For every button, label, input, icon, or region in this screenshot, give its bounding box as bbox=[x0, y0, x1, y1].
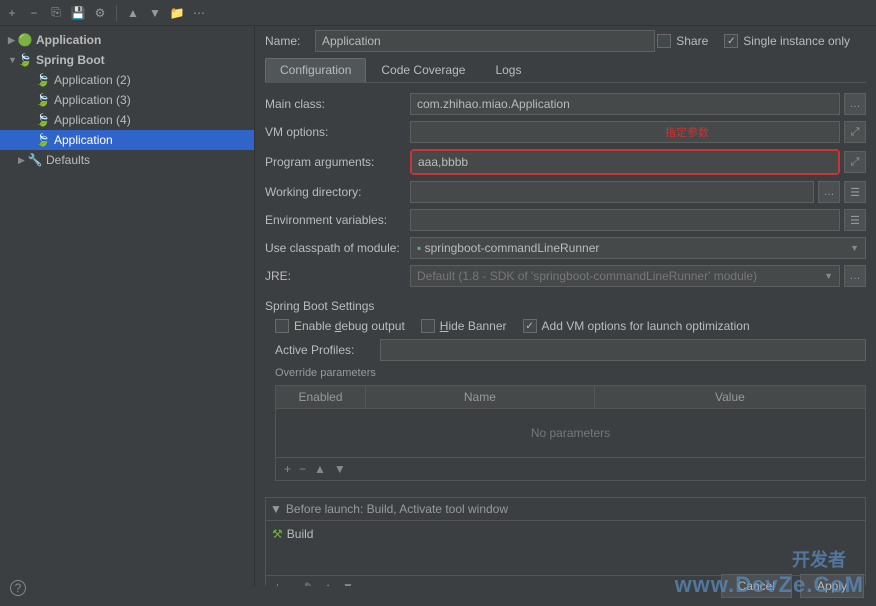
single-instance-checkbox[interactable]: Single instance only bbox=[724, 34, 850, 48]
down-icon[interactable]: ▼ bbox=[342, 580, 354, 586]
build-item[interactable]: ⚒ Build bbox=[270, 525, 861, 543]
share-checkbox[interactable]: Share bbox=[657, 34, 708, 48]
program-args-input[interactable] bbox=[412, 151, 838, 173]
expand-button[interactable]: ⤢ bbox=[844, 121, 866, 143]
jre-label: JRE: bbox=[265, 269, 410, 283]
classpath-label: Use classpath of module: bbox=[265, 241, 410, 255]
th-value: Value bbox=[595, 386, 865, 408]
tree-label: Application (4) bbox=[54, 113, 131, 127]
remove-icon[interactable]: − bbox=[26, 5, 42, 21]
tab-code-coverage[interactable]: Code Coverage bbox=[366, 58, 480, 82]
config-panel: Name: Share Single instance only Configu… bbox=[255, 26, 876, 586]
program-args-label: Program arguments: bbox=[265, 155, 410, 169]
down-icon[interactable]: ▼ bbox=[147, 5, 163, 21]
hide-banner-checkbox[interactable]: Hide Banner bbox=[421, 319, 507, 333]
list-button[interactable]: ☰ bbox=[844, 209, 866, 231]
add-icon[interactable]: + bbox=[274, 580, 281, 586]
tree-label: Application (3) bbox=[54, 93, 131, 107]
app-icon: 🟢 bbox=[18, 33, 32, 47]
jre-dropdown[interactable]: Default (1.8 - SDK of 'springboot-comman… bbox=[410, 265, 840, 287]
remove-icon[interactable]: − bbox=[299, 462, 306, 476]
th-enabled: Enabled bbox=[276, 386, 366, 408]
before-launch-section: ▼ Before launch: Build, Activate tool wi… bbox=[265, 497, 866, 586]
tree-application-root[interactable]: ▶ 🟢 Application bbox=[0, 30, 254, 50]
add-icon[interactable]: + bbox=[4, 5, 20, 21]
spring-boot-title: Spring Boot Settings bbox=[265, 299, 866, 313]
tree-label: Application bbox=[36, 33, 101, 47]
toolbar: + − ⎘ 💾 ⚙ ▲ ▼ 📁 ⋯ bbox=[0, 0, 876, 26]
copy-icon[interactable]: ⎘ bbox=[48, 5, 64, 21]
browse-button[interactable]: … bbox=[844, 265, 866, 287]
name-input[interactable] bbox=[315, 30, 655, 52]
edit-icon[interactable]: ✎ bbox=[304, 580, 314, 586]
th-name: Name bbox=[366, 386, 595, 408]
enable-debug-checkbox[interactable]: Enable debug output bbox=[275, 319, 405, 333]
tab-configuration[interactable]: Configuration bbox=[265, 58, 366, 82]
override-params-table: Enabled Name Value No parameters + − ▲ ▼ bbox=[275, 385, 866, 481]
arrow-icon: ▼ bbox=[8, 55, 18, 65]
tab-logs[interactable]: Logs bbox=[480, 58, 536, 82]
table-empty: No parameters bbox=[276, 409, 865, 457]
apply-button[interactable]: Apply bbox=[800, 574, 864, 598]
name-label: Name: bbox=[265, 34, 315, 48]
up-icon[interactable]: ▲ bbox=[314, 462, 326, 476]
override-params-label: Override parameters bbox=[275, 367, 866, 379]
tree-defaults[interactable]: ▶ 🔧 Defaults bbox=[0, 150, 254, 170]
list-button[interactable]: ☰ bbox=[844, 181, 866, 203]
vm-launch-checkbox[interactable]: Add VM options for launch optimization bbox=[523, 319, 750, 333]
env-vars-label: Environment variables: bbox=[265, 213, 410, 227]
browse-button[interactable]: … bbox=[844, 93, 866, 115]
before-launch-title: Before launch: Build, Activate tool wind… bbox=[286, 502, 508, 516]
expand-button[interactable]: ⤢ bbox=[844, 151, 866, 173]
tree-spring-boot[interactable]: ▼ 🍃 Spring Boot bbox=[0, 50, 254, 70]
wrench-icon: 🔧 bbox=[28, 153, 42, 167]
main-class-label: Main class: bbox=[265, 97, 410, 111]
arrow-icon: ▶ bbox=[18, 155, 28, 166]
chevron-down-icon: ▼ bbox=[850, 243, 859, 253]
vm-options-label: VM options: bbox=[265, 125, 410, 139]
settings-icon[interactable]: ⚙ bbox=[92, 5, 108, 21]
classpath-dropdown[interactable]: ▪ springboot-commandLineRunner ▼ bbox=[410, 237, 866, 259]
spring-icon: 🍃 bbox=[36, 133, 50, 147]
spring-icon: 🍃 bbox=[18, 53, 32, 67]
sidebar: ▶ 🟢 Application ▼ 🍃 Spring Boot 🍃 Applic… bbox=[0, 26, 255, 586]
tree-label: Application (2) bbox=[54, 73, 131, 87]
tree-label: Spring Boot bbox=[36, 53, 105, 67]
tree-label: Defaults bbox=[46, 153, 90, 167]
tree-item[interactable]: 🍃 Application (3) bbox=[0, 90, 254, 110]
working-dir-label: Working directory: bbox=[265, 185, 410, 199]
tabs: Configuration Code Coverage Logs bbox=[265, 58, 866, 83]
add-icon[interactable]: + bbox=[284, 462, 291, 476]
spring-icon: 🍃 bbox=[36, 113, 50, 127]
tree-item-selected[interactable]: 🍃 Application bbox=[0, 130, 254, 150]
down-icon[interactable]: ▼ bbox=[334, 462, 346, 476]
up-icon[interactable]: ▲ bbox=[125, 5, 141, 21]
annotation-text: 指定参数 bbox=[665, 124, 709, 140]
separator bbox=[116, 5, 117, 21]
cancel-button[interactable]: Cancel bbox=[721, 574, 792, 598]
env-vars-input[interactable] bbox=[410, 209, 840, 231]
arrow-icon: ▶ bbox=[8, 35, 18, 46]
remove-icon[interactable]: − bbox=[289, 580, 296, 586]
browse-button[interactable]: … bbox=[818, 181, 840, 203]
save-icon[interactable]: 💾 bbox=[70, 5, 86, 21]
spring-icon: 🍃 bbox=[36, 73, 50, 87]
chevron-down-icon: ▼ bbox=[824, 271, 833, 281]
main-class-input[interactable] bbox=[410, 93, 840, 115]
collapse-icon[interactable]: ▼ bbox=[270, 502, 282, 516]
up-icon[interactable]: ▲ bbox=[322, 580, 334, 586]
tree-item[interactable]: 🍃 Application (4) bbox=[0, 110, 254, 130]
build-icon: ⚒ bbox=[272, 527, 283, 541]
tree-item[interactable]: 🍃 Application (2) bbox=[0, 70, 254, 90]
spring-icon: 🍃 bbox=[36, 93, 50, 107]
more-icon[interactable]: ⋯ bbox=[191, 5, 207, 21]
help-icon[interactable]: ? bbox=[10, 580, 26, 596]
active-profiles-input[interactable] bbox=[380, 339, 866, 361]
active-profiles-label: Active Profiles: bbox=[275, 343, 380, 357]
vm-options-input[interactable] bbox=[410, 121, 840, 143]
folder-icon[interactable]: 📁 bbox=[169, 5, 185, 21]
tree-label: Application bbox=[54, 133, 113, 147]
working-dir-input[interactable] bbox=[410, 181, 814, 203]
